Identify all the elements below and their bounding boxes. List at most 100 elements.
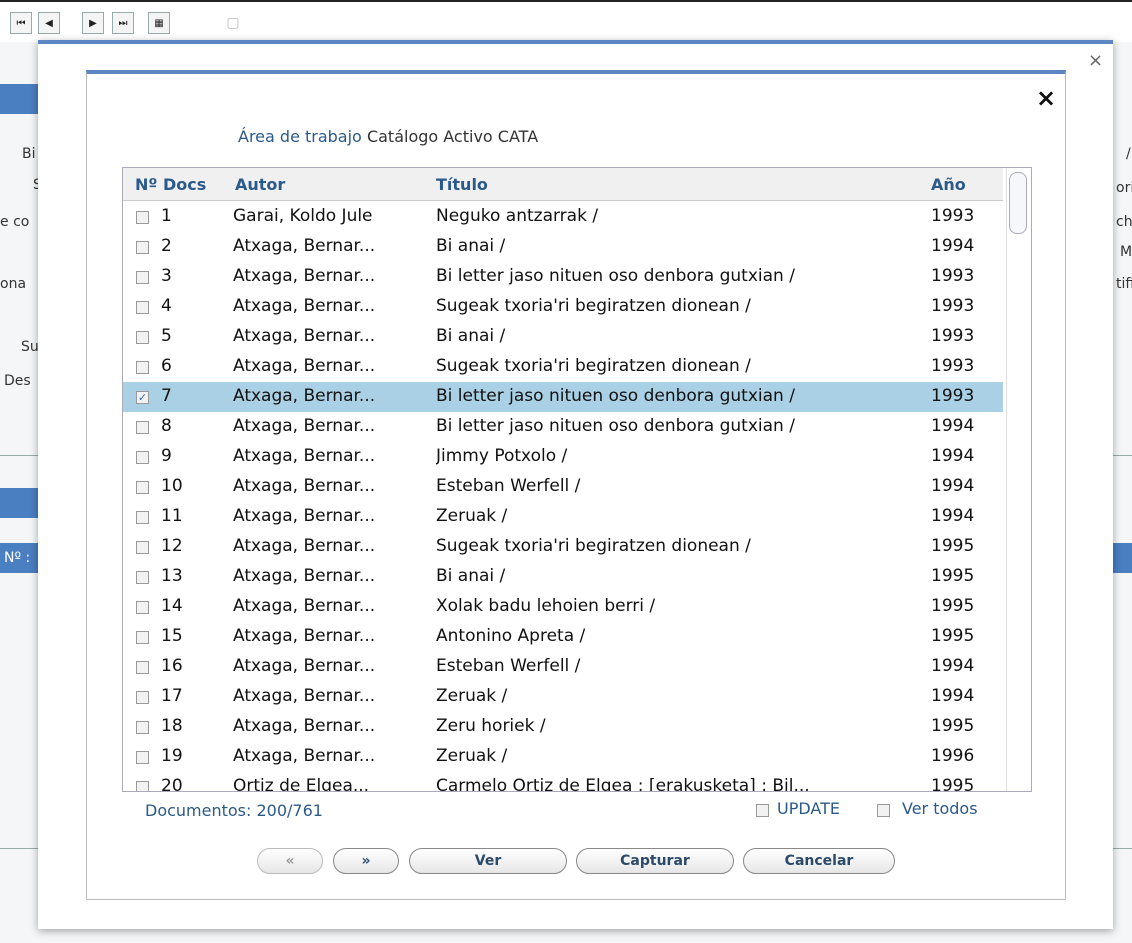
table-row[interactable]: 5 Atxaga, Bernar... Bi anai / 1993 [123, 322, 1003, 352]
background-label: Des [4, 373, 31, 389]
column-header-ano[interactable]: Año [931, 175, 966, 194]
table-row[interactable]: 12 Atxaga, Bernar... Sugeak txoria'ri begi… [123, 532, 1003, 562]
first-record-icon[interactable]: ⏮ [10, 12, 32, 34]
row-select-checkbox[interactable] [136, 571, 149, 584]
grid-scrollbar[interactable] [1006, 168, 1031, 791]
row-select-checkbox[interactable] [136, 691, 149, 704]
row-author: Atxaga, Bernar... [233, 716, 376, 736]
row-number: 14 [161, 596, 183, 616]
capturar-button[interactable]: Capturar [576, 848, 734, 874]
cancelar-button[interactable]: Cancelar [743, 848, 895, 874]
row-select-checkbox[interactable] [136, 661, 149, 674]
row-select-checkbox[interactable] [136, 541, 149, 554]
row-author: Atxaga, Bernar... [233, 236, 376, 256]
row-select-checkbox[interactable] [136, 361, 149, 374]
background-header-bar [0, 84, 40, 114]
row-select-checkbox[interactable] [136, 751, 149, 764]
row-select-checkbox[interactable] [136, 781, 149, 791]
row-title: Sugeak txoria'ri begiratzen dionean / [436, 356, 751, 376]
table-row[interactable]: 10 Atxaga, Bernar... Esteban Werfell / 1994 [123, 472, 1003, 502]
row-author: Atxaga, Bernar... [233, 596, 376, 616]
row-year: 1993 [931, 386, 975, 406]
table-row[interactable]: 9 Atxaga, Bernar... Jimmy Potxolo / 1994 [123, 442, 1003, 472]
workspace-label: Área de trabajo [238, 127, 362, 146]
row-year: 1994 [931, 236, 975, 256]
table-row[interactable]: 11 Atxaga, Bernar... Zeruak / 1994 [123, 502, 1003, 532]
table-row[interactable]: 1 Garai, Koldo Jule Neguko antzarrak / 1993 [123, 202, 1003, 232]
row-number: 7 [161, 386, 172, 406]
table-row[interactable]: 8 Atxaga, Bernar... Bi letter jaso nituen … [123, 412, 1003, 442]
update-label: UPDATE [777, 799, 840, 818]
row-select-checkbox[interactable] [136, 601, 149, 614]
column-header-ndocs[interactable]: Nº Docs [135, 175, 206, 194]
outer-close-icon[interactable]: × [1088, 50, 1103, 71]
grid-header: Nº Docs Autor Título Año [123, 168, 1003, 201]
table-row[interactable]: 20 Ortiz de Elgea... Carmelo Ortiz de Elge… [123, 772, 1003, 792]
grid-scroll-thumb[interactable] [1009, 172, 1027, 234]
row-select-checkbox[interactable] [136, 241, 149, 254]
row-year: 1995 [931, 776, 975, 792]
dialog-close-icon[interactable]: × [1036, 84, 1056, 112]
row-select-checkbox[interactable] [136, 421, 149, 434]
table-row[interactable]: 15 Atxaga, Bernar... Antonino Apreta / 1995 [123, 622, 1003, 652]
next-page-button[interactable]: » [333, 848, 399, 874]
row-title: Xolak badu lehoien berri / [436, 596, 656, 616]
table-row[interactable]: 4 Atxaga, Bernar... Sugeak txoria'ri begir… [123, 292, 1003, 322]
background-label: tifi [1116, 276, 1132, 292]
column-header-titulo[interactable]: Título [436, 175, 488, 194]
last-record-icon[interactable]: ⏭ [112, 12, 134, 34]
row-select-checkbox[interactable] [136, 331, 149, 344]
row-number: 3 [161, 266, 172, 286]
ver-todos-label: Ver todos [902, 799, 978, 818]
table-row[interactable]: 13 Atxaga, Bernar... Bi anai / 1995 [123, 562, 1003, 592]
table-row[interactable]: 19 Atxaga, Bernar... Zeruak / 1996 [123, 742, 1003, 772]
update-checkbox[interactable] [756, 804, 769, 817]
ver-button[interactable]: Ver [409, 848, 567, 874]
previous-record-icon[interactable]: ◀ [38, 12, 60, 34]
background-label: / [1126, 146, 1131, 162]
row-year: 1994 [931, 416, 975, 436]
row-select-checkbox[interactable]: ✓ [136, 391, 149, 404]
row-year: 1995 [931, 626, 975, 646]
row-number: 18 [161, 716, 183, 736]
background-label: cha [1116, 214, 1132, 230]
row-year: 1995 [931, 596, 975, 616]
row-select-checkbox[interactable] [136, 511, 149, 524]
row-number: 6 [161, 356, 172, 376]
row-year: 1995 [931, 566, 975, 586]
table-row[interactable]: 3 Atxaga, Bernar... Bi letter jaso nituen … [123, 262, 1003, 292]
ver-todos-checkbox[interactable] [877, 804, 890, 817]
row-select-checkbox[interactable] [136, 481, 149, 494]
row-author: Atxaga, Bernar... [233, 476, 376, 496]
previous-page-button[interactable]: « [257, 848, 323, 874]
row-title: Bi anai / [436, 236, 506, 256]
table-row[interactable]: 6 Atxaga, Bernar... Sugeak txoria'ri begir… [123, 352, 1003, 382]
row-author: Atxaga, Bernar... [233, 356, 376, 376]
column-header-autor[interactable]: Autor [235, 175, 285, 194]
row-select-checkbox[interactable] [136, 301, 149, 314]
grid-view-icon[interactable]: ▦ [148, 12, 170, 34]
table-row[interactable]: 16 Atxaga, Bernar... Esteban Werfell / 1994 [123, 652, 1003, 682]
row-select-checkbox[interactable] [136, 631, 149, 644]
row-select-checkbox[interactable] [136, 271, 149, 284]
row-select-checkbox[interactable] [136, 451, 149, 464]
background-label: Bi [22, 146, 36, 162]
row-select-checkbox[interactable] [136, 211, 149, 224]
row-author: Atxaga, Bernar... [233, 656, 376, 676]
background-divider [0, 455, 40, 456]
row-select-checkbox[interactable] [136, 721, 149, 734]
row-title: Carmelo Ortiz de Elgea : [erakusketa] : … [436, 776, 810, 792]
next-record-icon[interactable]: ▶ [82, 12, 104, 34]
table-row[interactable]: 17 Atxaga, Bernar... Zeruak / 1994 [123, 682, 1003, 712]
row-number: 8 [161, 416, 172, 436]
row-number: 9 [161, 446, 172, 466]
table-row[interactable]: 18 Atxaga, Bernar... Zeru horiek / 1995 [123, 712, 1003, 742]
table-row[interactable]: ✓ 7 Atxaga, Bernar... Bi letter jaso nituen… [123, 382, 1003, 412]
row-author: Atxaga, Bernar... [233, 626, 376, 646]
table-row[interactable]: 2 Atxaga, Bernar... Bi anai / 1994 [123, 232, 1003, 262]
row-title: Esteban Werfell / [436, 476, 581, 496]
table-row[interactable]: 14 Atxaga, Bernar... Xolak badu lehoien be… [123, 592, 1003, 622]
row-title: Zeruak / [436, 746, 508, 766]
row-author: Ortiz de Elgea... [233, 776, 370, 792]
row-title: Bi letter jaso nituen oso denbora gutxia… [436, 266, 795, 286]
